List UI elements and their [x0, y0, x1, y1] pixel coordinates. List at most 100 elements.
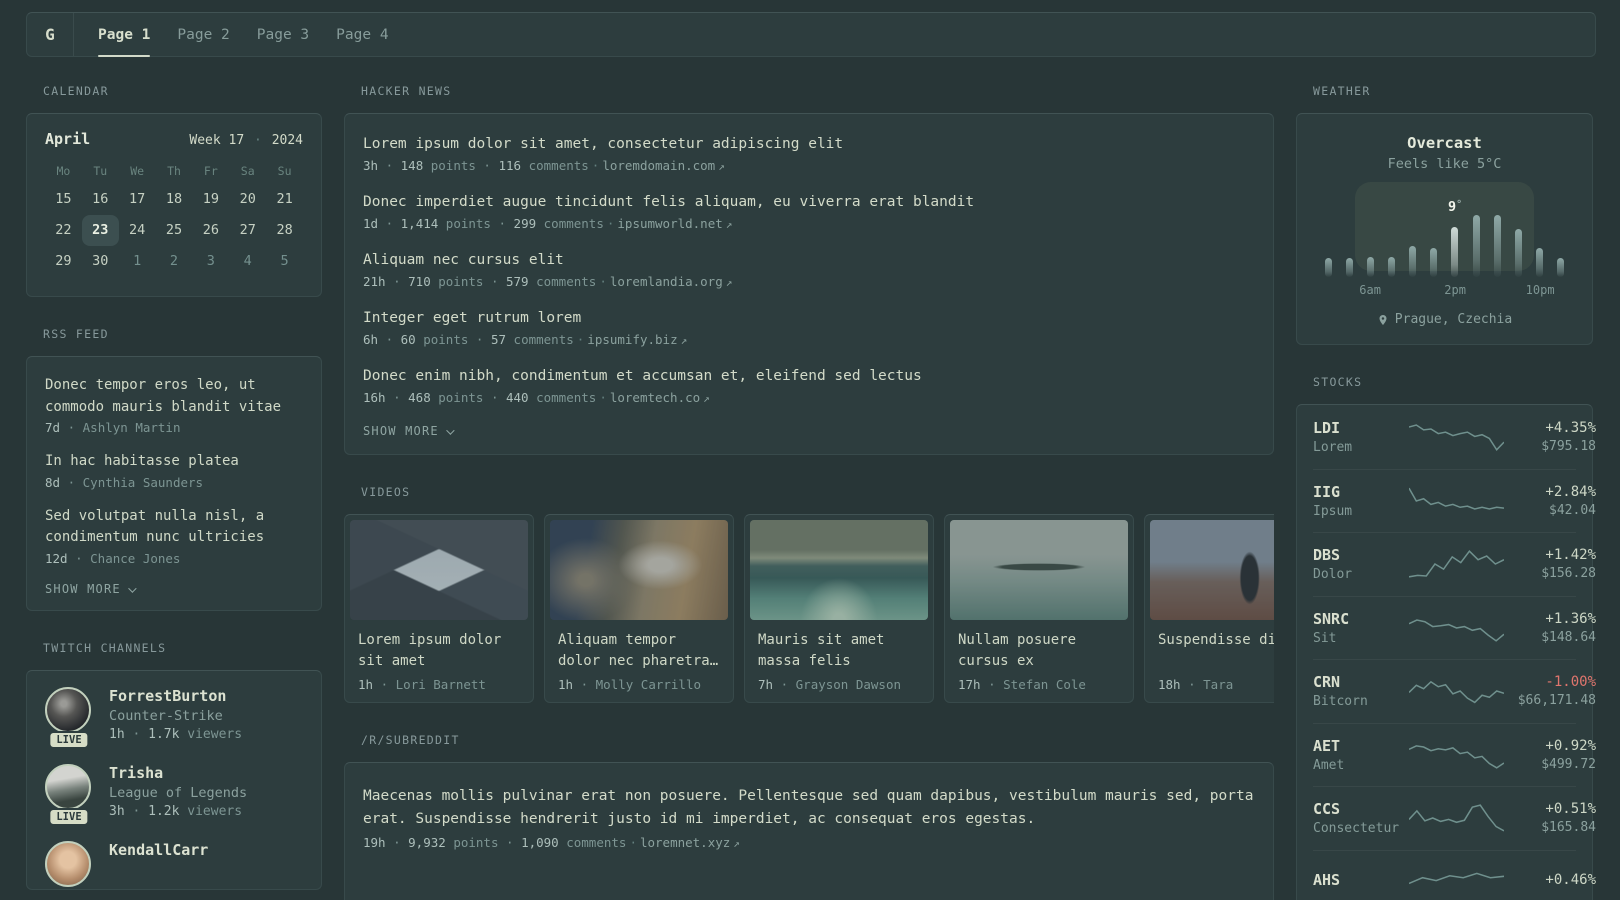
- forrest-avatar: [45, 686, 91, 733]
- live-badge: LIVE: [48, 730, 90, 749]
- twitch-section-title: TWITCH CHANNELS: [43, 640, 167, 655]
- rss-item-title[interactable]: Donec tempor eros leo, ut commodo mauris…: [45, 375, 303, 418]
- pillars-sky-thumbnail[interactable]: [350, 520, 528, 620]
- subreddit-post-title[interactable]: Maecenas mollis pulvinar erat non posuer…: [363, 785, 1255, 831]
- video-title[interactable]: Suspendisse diam: [1150, 630, 1274, 671]
- rss-item-meta: 7d · Ashlyn Martin: [45, 420, 181, 435]
- nav-tab-page-4[interactable]: Page 4: [336, 13, 388, 56]
- calendar-day: 5: [280, 253, 289, 269]
- weather-bar: [1346, 258, 1354, 277]
- video-card[interactable]: Suspendisse diam 18h · Tara: [1144, 514, 1274, 703]
- video-card[interactable]: Mauris sit amet massa felis 7h · Grayson …: [744, 514, 934, 703]
- hn-item-title[interactable]: Lorem ipsum dolor sit amet, consectetur …: [363, 134, 1255, 155]
- video-title[interactable]: Aliquam tempor dolor nec pharetra…: [550, 630, 728, 671]
- stock-ticker[interactable]: CRN: [1313, 673, 1409, 691]
- external-link-icon: ↗: [725, 218, 733, 231]
- live-badge: LIVE: [48, 807, 90, 826]
- nav-tab-page-3[interactable]: Page 3: [257, 13, 309, 56]
- twitch-channel-name[interactable]: ForrestBurton: [109, 687, 242, 705]
- stock-name: Bitcorn: [1313, 694, 1368, 710]
- rss-item: Donec tempor eros leo, ut commodo mauris…: [45, 375, 303, 435]
- stock-ticker[interactable]: IIG: [1313, 483, 1409, 501]
- hn-item-meta: 6h · 60 points · 57 comments · ipsumify.bi…: [363, 332, 1255, 347]
- hn-item-meta-text: 16h · 468 points · 440 comments: [363, 390, 597, 405]
- subreddit-post-meta: 19h · 9,932 points · 1,090 comments · lore…: [363, 835, 1255, 850]
- stock-info: AET Amet: [1313, 737, 1409, 773]
- twitch-channel-name[interactable]: KendallCarr: [109, 841, 208, 859]
- twitch-avatar-wrap: [45, 840, 93, 887]
- source-domain-link[interactable]: ipsumworld.net ↗: [617, 216, 732, 231]
- canoe-fog-thumbnail[interactable]: [950, 520, 1128, 620]
- stock-ticker[interactable]: AET: [1313, 737, 1409, 755]
- nav-tab-page-1[interactable]: Page 1: [98, 13, 151, 57]
- source-domain-link[interactable]: ipsumify.biz ↗: [587, 332, 687, 347]
- twitch-channel[interactable]: KendallCarr: [45, 840, 303, 887]
- weather-bar: [1325, 258, 1332, 277]
- weather-bar: [1388, 256, 1396, 277]
- rss-section-title: RSS FEED: [43, 327, 109, 341]
- source-domain-link[interactable]: loremdomain.com ↗: [602, 158, 725, 173]
- twitch-channel[interactable]: LIVE Trisha League of Legends 3h · 1.2k vie…: [45, 763, 303, 826]
- source-domain-link[interactable]: loremlandia.org ↗: [610, 274, 733, 289]
- stock-sparkline: [1409, 674, 1504, 708]
- stock-ticker[interactable]: LDI: [1313, 419, 1409, 437]
- home-logo[interactable]: G: [27, 13, 73, 56]
- rss-item-title[interactable]: Sed volutpat nulla nisl, a condimentum n…: [45, 506, 303, 549]
- calendar-day-header: Fr: [203, 164, 218, 178]
- rss-item-title[interactable]: In hac habitasse platea: [45, 451, 303, 473]
- stock-price: $165.84: [1541, 820, 1596, 836]
- rss-card: Donec tempor eros leo, ut commodo mauris…: [26, 356, 322, 611]
- chevron-down-icon: [445, 426, 455, 435]
- weather-location: Prague, Czechia: [1317, 312, 1572, 327]
- subreddit-section-title: /R/SUBREDDIT: [361, 733, 460, 747]
- video-card[interactable]: Lorem ipsum dolor sit amet consectetu… 1h…: [344, 514, 534, 703]
- video-card[interactable]: Aliquam tempor dolor nec pharetra… 1h · M…: [544, 514, 734, 703]
- stock-ticker[interactable]: AHS: [1313, 871, 1409, 889]
- calendar-day: 21: [276, 191, 293, 207]
- source-domain-link[interactable]: loremnet.xyz ↗: [640, 835, 740, 850]
- hn-item-title[interactable]: Integer eget rutrum lorem: [363, 308, 1255, 329]
- rss-show-more-button[interactable]: SHOW MORE: [45, 582, 303, 596]
- weather-bar: [1514, 228, 1522, 277]
- stock-values: +0.51% $165.84: [1504, 801, 1596, 835]
- stock-info: SNRC Sit: [1313, 610, 1409, 646]
- calendar-day: 30: [92, 253, 109, 269]
- video-title[interactable]: Lorem ipsum dolor sit amet consectetu…: [350, 630, 528, 671]
- hn-show-more-button[interactable]: SHOW MORE: [363, 424, 1255, 438]
- twitch-channel[interactable]: LIVE ForrestBurton Counter-Strike 1h · 1.7k…: [45, 686, 303, 749]
- hn-item-title[interactable]: Donec enim nibh, condimentum et accumsan…: [363, 366, 1255, 387]
- hn-item-title[interactable]: Aliquam nec cursus elit: [363, 250, 1255, 271]
- nav-tab-page-2[interactable]: Page 2: [177, 13, 229, 56]
- video-meta: 18h · Tara: [1158, 677, 1234, 692]
- subreddit-card: Maecenas mollis pulvinar erat non posuer…: [344, 762, 1274, 900]
- stock-ticker[interactable]: CCS: [1313, 800, 1409, 818]
- calendar-day: 17: [129, 191, 146, 207]
- hn-item-title[interactable]: Donec imperdiet augue tincidunt felis al…: [363, 192, 1255, 213]
- weather-bar: [1367, 256, 1375, 277]
- location-pin-icon: [1379, 314, 1387, 325]
- weather-bar: [1472, 215, 1480, 277]
- calendar-day: 18: [165, 191, 183, 207]
- foggy-figure-thumbnail[interactable]: [1150, 520, 1274, 620]
- boat-wake-thumbnail[interactable]: [750, 520, 928, 620]
- stock-change: +2.84%: [1545, 483, 1596, 500]
- page: G Page 1 Page 2 Page 3 Page 4 CALENDAR Apri…: [0, 0, 1620, 900]
- video-title[interactable]: Mauris sit amet massa felis: [750, 630, 928, 671]
- calendar-day: 16: [92, 191, 109, 207]
- nav-tabs: Page 1 Page 2 Page 3 Page 4: [74, 13, 416, 57]
- video-title[interactable]: Nullam posuere cursus ex: [950, 630, 1128, 671]
- twitch-channel-name[interactable]: Trisha: [109, 764, 247, 782]
- stock-row: LDI Lorem +4.35% $795.18: [1313, 405, 1596, 469]
- right-column: WEATHER Overcast Feels like 5°C 9° 6am 2p…: [1296, 84, 1596, 900]
- stock-ticker[interactable]: SNRC: [1313, 610, 1409, 628]
- stock-ticker[interactable]: DBS: [1313, 546, 1409, 564]
- calendar-grid: Mo Tu We Th Fr Sa Su 15 16 17 18 19 20 21 22 23 24 25 26 27…: [45, 158, 303, 277]
- video-row: Lorem ipsum dolor sit amet consectetu… 1h…: [344, 514, 1274, 703]
- video-card[interactable]: Nullam posuere cursus ex 17h · Stefan Col…: [944, 514, 1134, 703]
- camera-hands-thumbnail[interactable]: [550, 520, 728, 620]
- source-domain-link[interactable]: loremtech.co ↗: [610, 390, 710, 405]
- weather-section-title: WEATHER: [1313, 84, 1371, 98]
- stock-sparkline: [1409, 865, 1504, 899]
- weather-bar: [1430, 247, 1438, 277]
- stock-sparkline: [1409, 801, 1504, 835]
